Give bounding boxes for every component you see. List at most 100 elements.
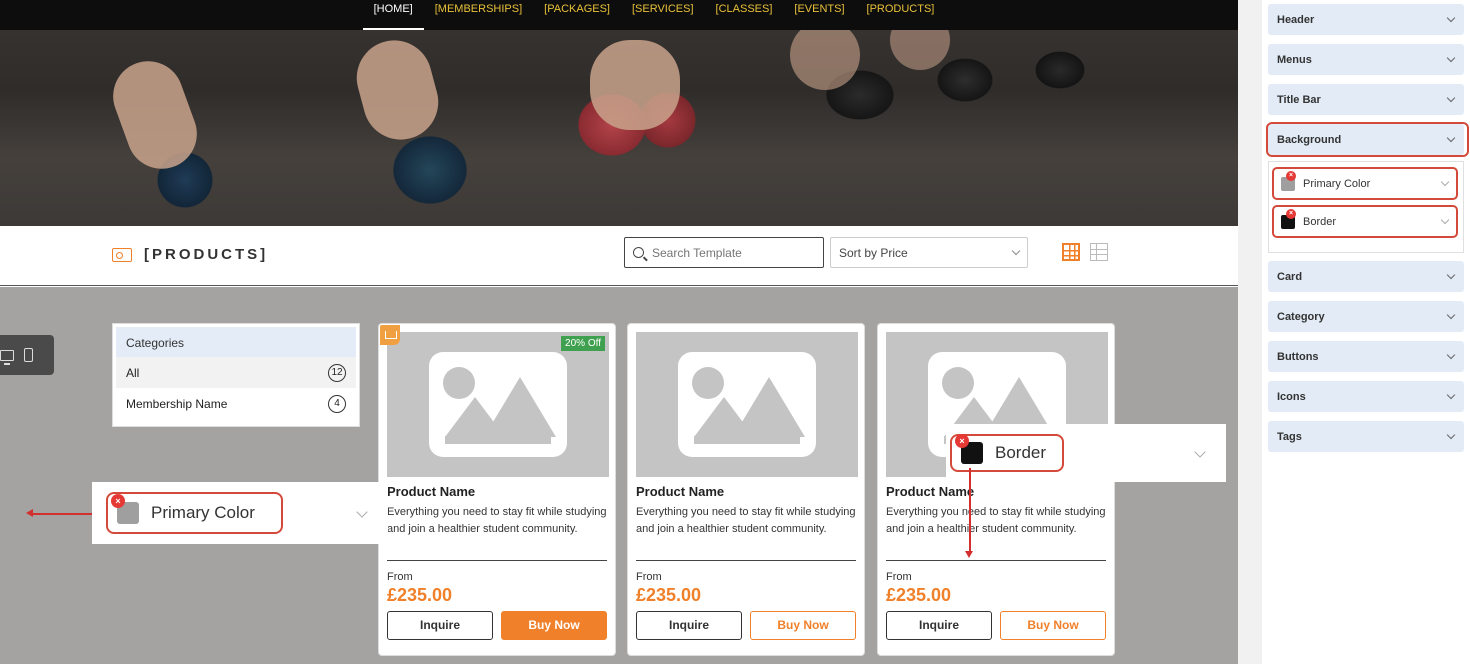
section-label: Card [1277,270,1303,283]
list-view-icon[interactable] [1090,243,1108,261]
option-label: Border [1303,215,1337,228]
search-input[interactable] [652,245,812,260]
option-label: Primary Color [1303,177,1371,190]
color-swatch[interactable]: × [1281,170,1296,191]
section-title-bar[interactable]: Title Bar [1268,84,1464,115]
desktop-icon[interactable] [0,349,14,365]
category-label: Membership Name [126,396,228,411]
chevron-down-icon [1440,215,1450,225]
section-label: Icons [1277,390,1306,403]
section-label: Buttons [1277,350,1319,363]
primary-color-callout[interactable]: × Primary Color [92,482,388,544]
nav-home[interactable]: [HOME] [362,0,424,30]
nav-classes[interactable]: [CLASSES] [705,0,784,30]
chevron-down-icon [1446,13,1456,23]
product-description: Everything you need to stay fit while st… [636,506,856,535]
chevron-down-icon [1446,430,1456,440]
search-box[interactable] [624,237,824,268]
chevron-down-icon [1446,93,1456,103]
divider [636,560,856,561]
product-card[interactable]: 20% Off Product Name Everything you need… [378,323,616,656]
hero-hand [348,31,447,149]
section-label: Header [1277,13,1315,26]
product-card[interactable]: Product Name Everything you need to stay… [877,323,1115,656]
color-swatch[interactable]: × [111,494,139,524]
buy-now-button[interactable]: Buy Now [501,611,607,640]
hero-banner: [HOME] [MEMBERSHIPS] [PACKAGES] [SERVICE… [0,0,1238,226]
chevron-down-icon [1446,53,1456,63]
chevron-down-icon [1440,177,1450,187]
products-toolbar: [PRODUCTS] Sort by Price [0,226,1238,286]
category-count: 4 [328,394,346,413]
chevron-down-icon [1011,246,1021,256]
remove-icon[interactable]: × [111,494,125,508]
hero-hand [103,51,207,179]
product-price: £235.00 [886,585,952,605]
product-name: Product Name [387,484,476,499]
section-card[interactable]: Card [1268,261,1464,292]
chevron-down-icon [1446,350,1456,360]
products-title: [PRODUCTS] [112,246,268,263]
hero-hand [790,20,860,90]
buy-now-button[interactable]: Buy Now [750,611,856,640]
section-category[interactable]: Category [1268,301,1464,332]
section-icons[interactable]: Icons [1268,381,1464,412]
section-header[interactable]: Header [1268,4,1464,35]
category-item-membership[interactable]: Membership Name 4 [116,388,356,419]
inquire-button[interactable]: Inquire [636,611,742,640]
product-price: £235.00 [387,585,453,605]
product-name: Product Name [636,484,725,499]
category-item-all[interactable]: All 12 [116,357,356,388]
remove-icon[interactable]: × [955,434,969,448]
nav-events[interactable]: [EVENTS] [783,0,855,30]
border-callout[interactable]: × Border [946,424,1226,482]
section-tags[interactable]: Tags [1268,421,1464,452]
image-placeholder-icon [636,332,858,477]
arrow-annotation [966,468,972,558]
section-buttons[interactable]: Buttons [1268,341,1464,372]
product-name: Product Name [886,484,975,499]
color-swatch[interactable]: × [955,434,983,464]
inquire-button[interactable]: Inquire [387,611,493,640]
arrow-annotation [26,510,92,516]
remove-icon[interactable]: × [1286,208,1296,219]
price-from-label: From [387,571,413,583]
mobile-icon[interactable] [24,348,33,362]
top-navigation: [HOME] [MEMBERSHIPS] [PACKAGES] [SERVICE… [0,0,1238,30]
sort-select[interactable]: Sort by Price [830,237,1028,268]
buy-now-button[interactable]: Buy Now [1000,611,1106,640]
nav-packages[interactable]: [PACKAGES] [533,0,621,30]
categories-panel: Categories All 12 Membership Name 4 [112,323,360,427]
section-label: Tags [1277,430,1302,443]
chevron-down-icon [1446,310,1456,320]
product-card[interactable]: Product Name Everything you need to stay… [627,323,865,656]
divider [387,560,607,561]
nav-products[interactable]: [PRODUCTS] [856,0,946,30]
chevron-down-icon[interactable] [1194,445,1206,458]
nav-memberships[interactable]: [MEMBERSHIPS] [424,0,533,30]
grid-view-icon[interactable] [1062,243,1080,261]
image-frame [678,352,816,457]
products-title-text: [PRODUCTS] [144,246,269,263]
product-description: Everything you need to stay fit while st… [886,506,1106,535]
discount-badge: 20% Off [561,336,605,351]
nav-services[interactable]: [SERVICES] [621,0,705,30]
price-from-label: From [886,571,912,583]
products-icon [112,247,132,262]
background-highlight [1266,122,1469,157]
section-label: Menus [1277,53,1312,66]
chevron-down-icon [1446,270,1456,280]
background-primary-color[interactable]: × Primary Color [1272,167,1458,200]
price-from-label: From [636,571,662,583]
chevron-down-icon[interactable] [356,505,368,518]
inquire-button[interactable]: Inquire [886,611,992,640]
border-highlight: × Border [950,434,1065,472]
chevron-down-icon [1446,390,1456,400]
border-label: Border [995,443,1047,462]
color-swatch[interactable]: × [1281,208,1296,229]
background-border[interactable]: × Border [1272,205,1458,238]
remove-icon[interactable]: × [1286,170,1296,181]
device-toggle [0,335,54,375]
section-menus[interactable]: Menus [1268,44,1464,75]
section-label: Category [1277,310,1325,323]
